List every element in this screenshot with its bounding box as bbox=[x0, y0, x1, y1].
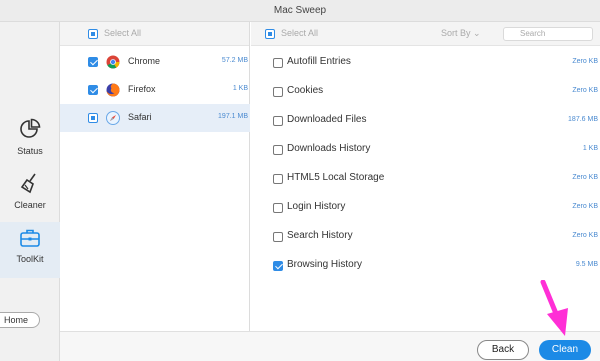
entry-row[interactable]: Autofill Entries Zero KB bbox=[251, 48, 600, 77]
entry-checkbox[interactable] bbox=[273, 145, 283, 155]
entry-size: 1 KB bbox=[582, 145, 598, 152]
entry-row[interactable]: HTML5 Local Storage Zero KB bbox=[251, 164, 600, 193]
entry-row[interactable]: Downloads History 1 KB bbox=[251, 135, 600, 164]
entry-checkbox[interactable] bbox=[273, 232, 283, 242]
sidebar-item-label: ToolKit bbox=[16, 254, 44, 264]
browser-name: Firefox bbox=[128, 84, 156, 94]
entry-checkbox[interactable] bbox=[273, 116, 283, 126]
entry-checkbox[interactable] bbox=[273, 58, 283, 68]
sidebar-item-label: Cleaner bbox=[14, 200, 46, 210]
broom-icon bbox=[20, 173, 36, 194]
select-all-entries-checkbox[interactable] bbox=[265, 29, 275, 39]
entry-size: Zero KB bbox=[572, 87, 598, 94]
entry-row[interactable]: Browsing History 9.5 MB bbox=[251, 251, 600, 280]
browser-name: Chrome bbox=[128, 56, 161, 66]
entry-name: Browsing History bbox=[287, 259, 363, 270]
entry-name: Downloads History bbox=[287, 143, 371, 154]
sidebar-item-toolkit[interactable]: ToolKit bbox=[0, 222, 60, 278]
select-all-entries-label: Select All bbox=[281, 28, 319, 38]
entry-row[interactable]: Cookies Zero KB bbox=[251, 77, 600, 106]
search-input[interactable]: Search bbox=[503, 27, 593, 41]
entry-name: HTML5 Local Storage bbox=[287, 172, 385, 183]
entry-size: Zero KB bbox=[572, 232, 598, 239]
sidebar-item-cleaner[interactable]: Cleaner bbox=[0, 172, 60, 226]
clean-button[interactable]: Clean bbox=[539, 340, 591, 360]
sidebar: Status Cleaner ToolKit bbox=[0, 22, 60, 361]
entries-header: Select All Sort By ⌄ Search bbox=[251, 22, 600, 46]
entry-size: Zero KB bbox=[572, 174, 598, 181]
browser-checkbox[interactable] bbox=[88, 85, 98, 95]
entry-size: 9.5 MB bbox=[575, 261, 598, 268]
home-button[interactable]: Home bbox=[0, 312, 40, 328]
browser-list-panel: Select All Chrome 57.2 MB Firefox 1 KB S… bbox=[60, 22, 250, 331]
entry-row[interactable]: Downloaded Files 187.6 MB bbox=[251, 106, 600, 135]
browser-row-firefox[interactable]: Firefox 1 KB bbox=[60, 76, 250, 104]
browser-size: 1 KB bbox=[232, 85, 248, 92]
entry-name: Login History bbox=[287, 201, 346, 212]
browser-name: Safari bbox=[128, 112, 152, 122]
entry-size: 187.6 MB bbox=[568, 116, 598, 123]
window-titlebar: Mac Sweep bbox=[0, 0, 600, 22]
browser-row-chrome[interactable]: Chrome 57.2 MB bbox=[60, 48, 250, 76]
select-all-browsers-checkbox[interactable] bbox=[88, 29, 98, 39]
entry-row[interactable]: Search History Zero KB bbox=[251, 222, 600, 251]
toolbox-icon bbox=[20, 229, 40, 247]
browser-checkbox[interactable] bbox=[88, 57, 98, 67]
browser-list-header: Select All bbox=[60, 22, 249, 46]
entry-checkbox[interactable] bbox=[273, 203, 283, 213]
back-button[interactable]: Back bbox=[477, 340, 529, 360]
browser-checkbox[interactable] bbox=[88, 113, 98, 123]
footer-bar: Back Clean bbox=[60, 331, 600, 361]
select-all-browsers-label: Select All bbox=[104, 28, 142, 38]
entry-name: Autofill Entries bbox=[287, 56, 351, 67]
browser-size: 197.1 MB bbox=[218, 113, 248, 120]
entry-name: Cookies bbox=[287, 85, 324, 96]
entry-checkbox[interactable] bbox=[273, 87, 283, 97]
entry-row[interactable]: Login History Zero KB bbox=[251, 193, 600, 222]
entry-name: Search History bbox=[287, 230, 353, 241]
entry-size: Zero KB bbox=[572, 58, 598, 65]
sort-by-dropdown[interactable]: Sort By ⌄ bbox=[441, 28, 481, 39]
sidebar-item-status[interactable]: Status bbox=[0, 118, 60, 172]
chrome-icon bbox=[106, 55, 120, 69]
browser-row-safari[interactable]: Safari 197.1 MB bbox=[60, 104, 250, 132]
firefox-icon bbox=[106, 83, 120, 97]
entry-name: Downloaded Files bbox=[287, 114, 367, 125]
chevron-down-icon: ⌄ bbox=[473, 28, 481, 38]
safari-icon bbox=[106, 111, 120, 125]
pie-chart-icon bbox=[20, 118, 41, 138]
browser-size: 57.2 MB bbox=[221, 57, 248, 64]
sort-by-label: Sort By bbox=[441, 28, 471, 38]
annotation-arrow-icon bbox=[540, 280, 568, 336]
entry-checkbox[interactable] bbox=[273, 261, 283, 271]
window-title: Mac Sweep bbox=[273, 5, 327, 16]
entry-size: Zero KB bbox=[572, 203, 598, 210]
sidebar-item-label: Status bbox=[17, 146, 43, 156]
entry-checkbox[interactable] bbox=[273, 174, 283, 184]
